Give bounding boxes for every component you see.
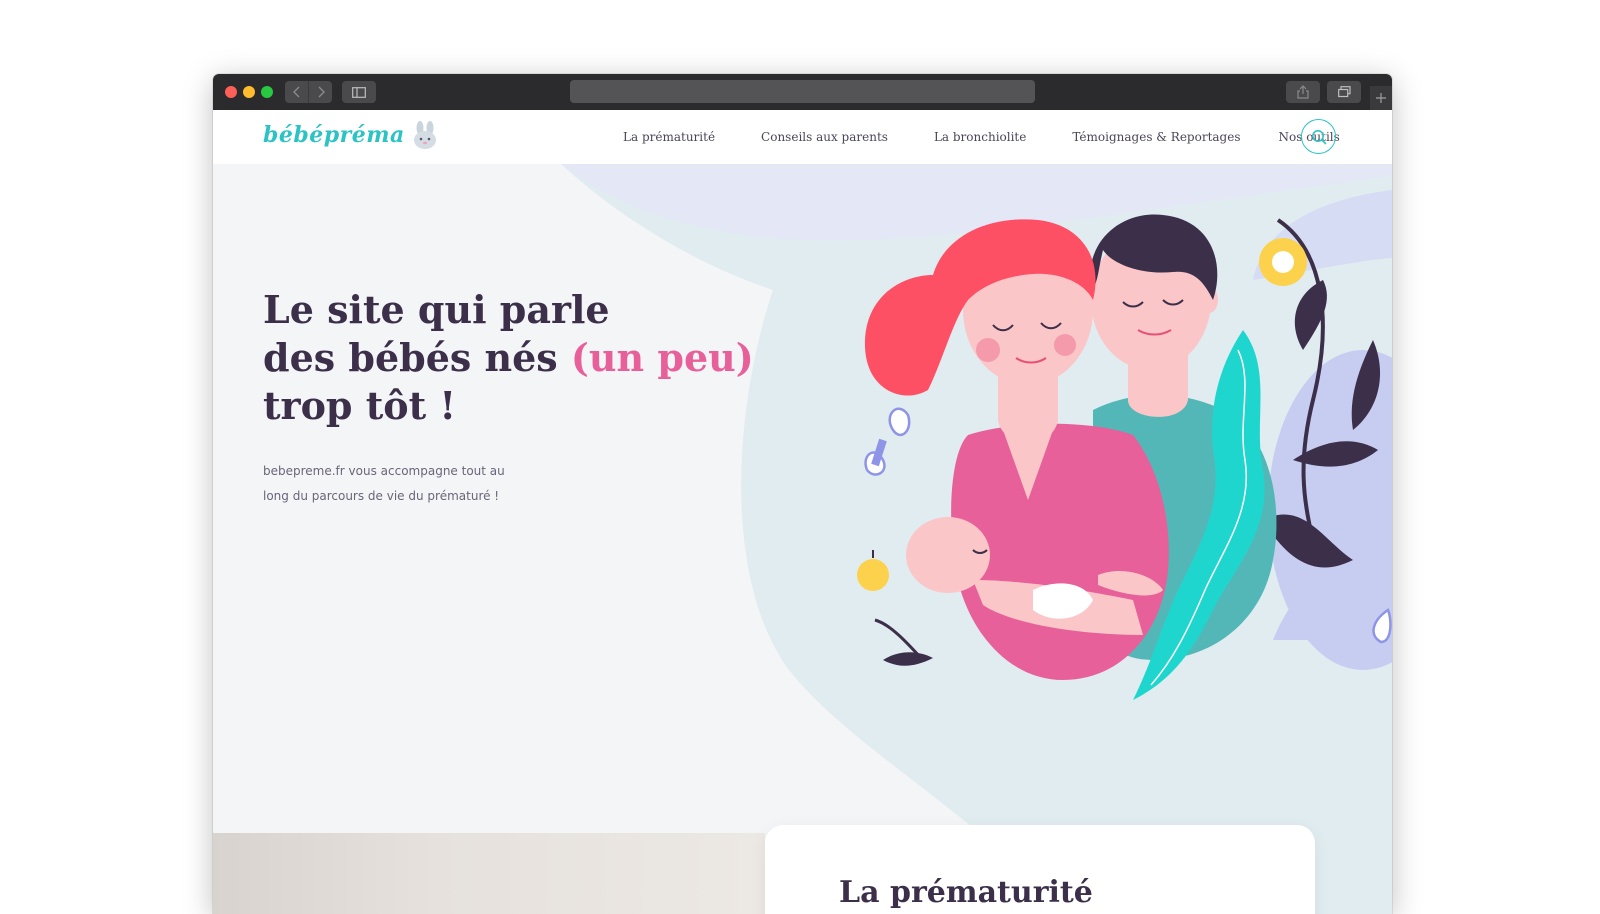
share-icon: [1297, 85, 1309, 99]
chevron-right-icon: [318, 86, 325, 98]
hero-title-line-3: trop tôt !: [263, 383, 457, 428]
web-page: bébépréma La prématurité Conseils aux pa…: [213, 110, 1392, 914]
new-tab-button[interactable]: [1370, 86, 1392, 110]
hero-title-line-1: Le site qui parle: [263, 287, 610, 332]
sidebar-icon: [352, 86, 366, 98]
hero-title: Le site qui parle des bébés nés (un peu)…: [263, 286, 783, 430]
card-title: La prématurité: [839, 875, 1093, 910]
menu-item-prematurite[interactable]: La prématurité: [623, 130, 715, 144]
menu-item-temoignages[interactable]: Témoignages & Reportages: [1072, 130, 1240, 144]
logo-text: bébépréma: [263, 122, 405, 148]
search-button[interactable]: [1301, 119, 1336, 154]
hero-subtitle-line-1: bebepreme.fr vous accompagne tout au: [263, 464, 505, 478]
hero-subtitle-line-2: long du parcours de vie du prématuré !: [263, 489, 500, 503]
history-nav: [285, 81, 332, 103]
share-button[interactable]: [1286, 81, 1320, 103]
tabs-icon: [1337, 86, 1351, 98]
site-logo[interactable]: bébépréma: [263, 120, 439, 150]
section-photo: [213, 833, 765, 914]
bunny-icon: [413, 121, 436, 149]
site-header: bébépréma La prématurité Conseils aux pa…: [213, 110, 1392, 164]
prematurite-card: La prématurité: [765, 825, 1315, 914]
plus-icon: [1376, 93, 1386, 103]
browser-window: bébépréma La prématurité Conseils aux pa…: [213, 74, 1392, 914]
forward-button[interactable]: [308, 81, 332, 103]
hero-title-highlight: (un peu): [570, 335, 754, 380]
close-window-button[interactable]: [225, 86, 237, 98]
minimize-window-button[interactable]: [243, 86, 255, 98]
browser-titlebar: [213, 74, 1392, 110]
back-button[interactable]: [285, 81, 308, 103]
main-menu: La prématurité Conseils aux parents La b…: [623, 110, 1340, 164]
chevron-left-icon: [292, 86, 299, 98]
parents-holding-baby-illustration: [857, 214, 1392, 700]
search-icon: [1311, 129, 1326, 144]
sidebar-toggle-button[interactable]: [342, 81, 376, 103]
hero-title-line-2: des bébés nés: [263, 335, 558, 380]
maximize-window-button[interactable]: [261, 86, 273, 98]
menu-item-conseils-parents[interactable]: Conseils aux parents: [761, 130, 888, 144]
tabs-overview-button[interactable]: [1327, 81, 1361, 103]
address-bar[interactable]: [570, 80, 1035, 103]
hero-subtitle: bebepreme.fr vous accompagne tout au lon…: [263, 459, 553, 509]
menu-item-bronchiolite[interactable]: La bronchiolite: [934, 130, 1026, 144]
